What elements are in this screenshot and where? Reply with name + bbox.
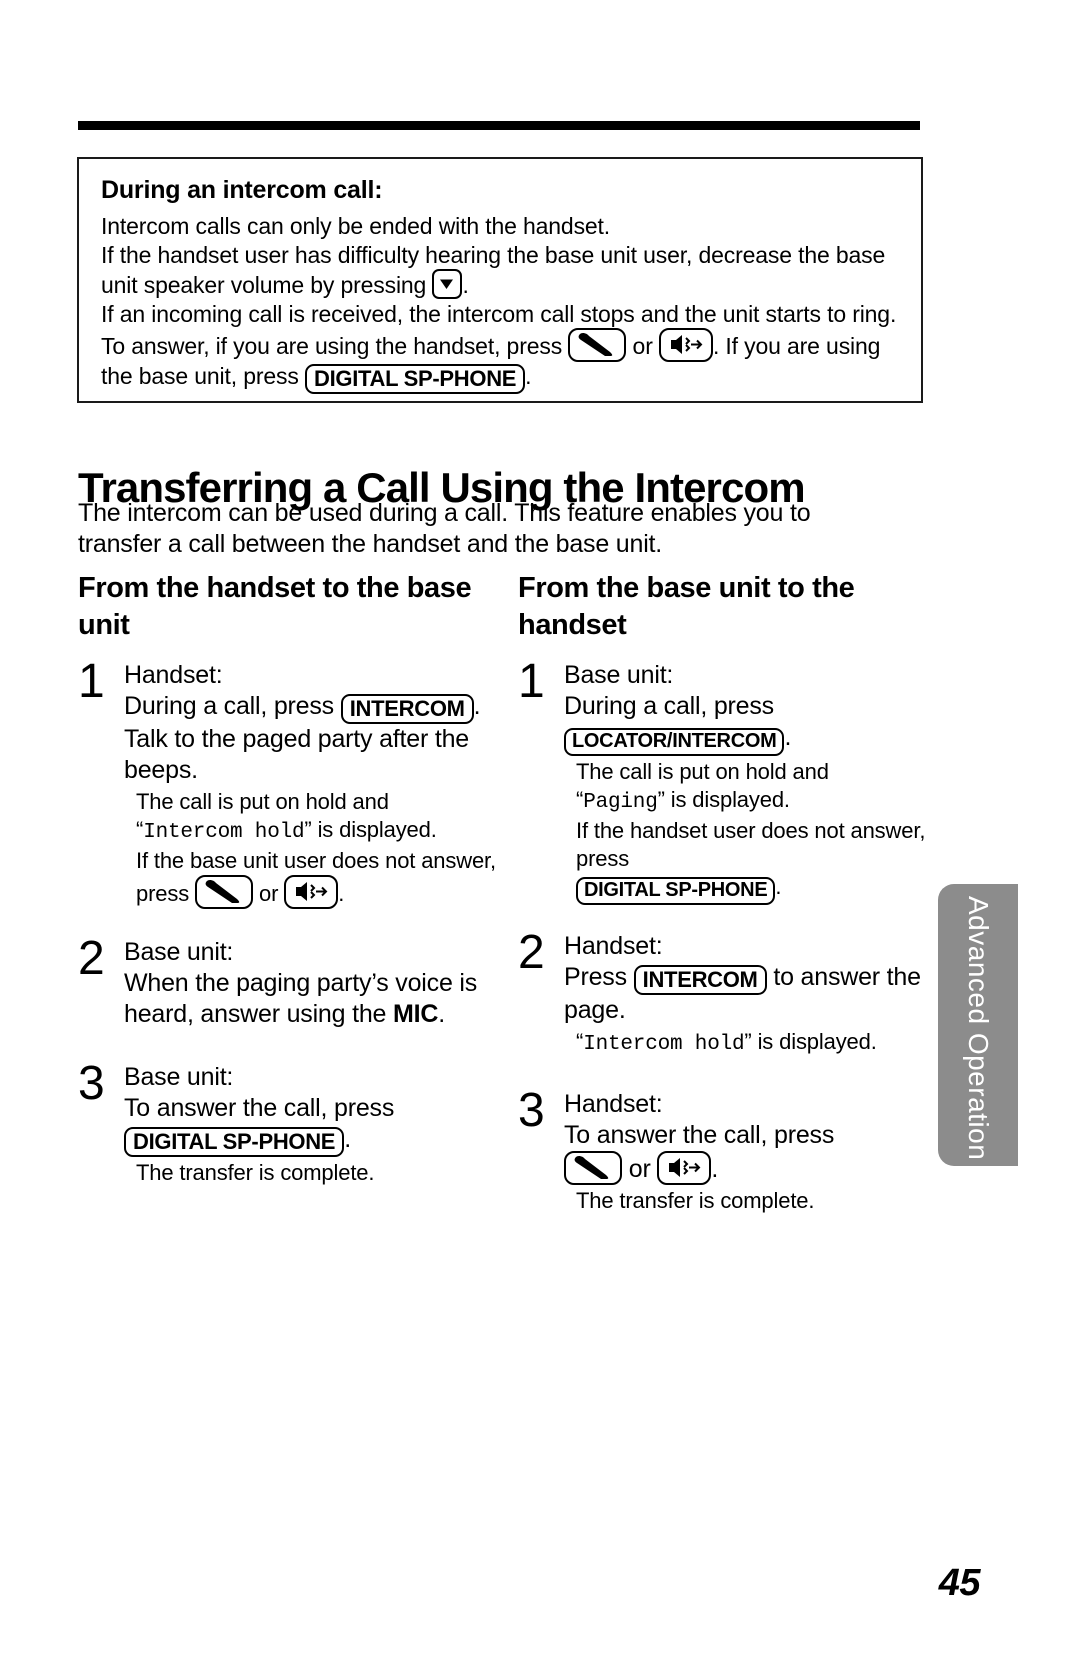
- right-column: From the base unit to the handset 1 Base…: [518, 570, 938, 1233]
- step-instruction: During a call, press: [564, 692, 774, 720]
- left-column-heading: From the handset to the base unit: [78, 572, 472, 641]
- step-body: Handset: During a call, press INTERCOM. …: [124, 658, 510, 909]
- left-column: From the handset to the base unit 1 Hand…: [78, 570, 510, 1205]
- step-number: 3: [78, 1057, 105, 1110]
- note-line-3: If an incoming call is received, the int…: [101, 300, 901, 394]
- display-text: Intercom hold: [583, 1033, 745, 1056]
- step-number: 3: [518, 1084, 545, 1137]
- display-text: Paging: [583, 791, 658, 814]
- talk-handset-key-icon: [195, 875, 254, 909]
- step-number: 1: [78, 655, 105, 708]
- manual-page: During an intercom call: Intercom calls …: [0, 0, 1080, 1669]
- volume-down-key-icon: [432, 269, 463, 299]
- right-step-1: 1 Base unit: During a call, press LOCATO…: [518, 658, 938, 905]
- speakerphone-key-icon: [284, 875, 339, 909]
- note-box-body: Intercom calls can only be ended with th…: [101, 212, 901, 394]
- section-side-tab: Advanced Operation: [938, 884, 1018, 1166]
- step-body: Handset: To answer the call, press or . …: [564, 1087, 938, 1215]
- mic-label: MIC: [392, 1000, 439, 1028]
- note-line-2: If the handset user has difficulty heari…: [101, 241, 886, 299]
- intercom-key[interactable]: INTERCOM: [340, 694, 474, 724]
- talk-handset-key-icon: [564, 1151, 622, 1185]
- step-number: 1: [518, 655, 545, 708]
- step-note: The call is put on hold and “Paging” is …: [564, 758, 938, 905]
- step-instruction: Press INTERCOM to answer the page.: [564, 963, 921, 1024]
- right-step-2: 2 Handset: Press INTERCOM to answer the …: [518, 929, 938, 1059]
- speakerphone-key-icon: [657, 1151, 712, 1185]
- right-column-heading: From the base unit to the handset: [518, 572, 855, 641]
- header-rule: [78, 121, 920, 130]
- step-body: Handset: Press INTERCOM to answer the pa…: [564, 929, 938, 1059]
- step-instruction: During a call, press INTERCOM. Talk to t…: [124, 692, 481, 784]
- step-number: 2: [518, 926, 545, 979]
- left-step-3: 3 Base unit: To answer the call, press D…: [78, 1060, 510, 1187]
- page-number: 45: [938, 1562, 981, 1604]
- note-box-title: During an intercom call:: [101, 176, 383, 204]
- locator-intercom-key[interactable]: LOCATOR/INTERCOM: [564, 728, 785, 756]
- talk-handset-key-icon: [568, 328, 627, 362]
- right-step-3: 3 Handset: To answer the call, press or: [518, 1087, 938, 1215]
- step-note: The transfer is complete.: [576, 1188, 815, 1213]
- left-step-1: 1 Handset: During a call, press INTERCOM…: [78, 658, 510, 909]
- digital-sp-phone-key[interactable]: DIGITAL SP-PHONE: [304, 364, 526, 394]
- step-instruction: To answer the call, press: [124, 1094, 395, 1122]
- step-body: Base unit: To answer the call, press DIG…: [124, 1060, 510, 1187]
- step-note: “Intercom hold” is displayed.: [576, 1029, 877, 1056]
- step-body: Base unit: During a call, press LOCATOR/…: [564, 658, 938, 905]
- speakerphone-key-icon: [658, 328, 713, 362]
- note-line-1: Intercom calls can only be ended with th…: [101, 213, 611, 239]
- digital-sp-phone-key[interactable]: DIGITAL SP-PHONE: [576, 877, 776, 905]
- step-note: The transfer is complete.: [136, 1160, 375, 1185]
- step-body: Base unit: When the paging party’s voice…: [124, 935, 510, 1030]
- step-role: Base unit:: [124, 938, 234, 966]
- step-instruction: To answer the call, press: [564, 1121, 835, 1149]
- step-role: Handset:: [564, 1090, 663, 1118]
- section-side-tab-label: Advanced Operation: [963, 896, 994, 1161]
- step-number: 2: [78, 932, 105, 985]
- intercom-key[interactable]: INTERCOM: [633, 965, 767, 995]
- note-box: During an intercom call: Intercom calls …: [77, 157, 923, 403]
- step-instruction: When the paging party’s voice is heard, …: [124, 969, 478, 1028]
- intro-paragraph: The intercom can be used during a call. …: [78, 499, 811, 558]
- step-role: Base unit:: [564, 661, 674, 689]
- step-role: Handset:: [564, 932, 663, 960]
- display-text: Intercom hold: [143, 821, 305, 844]
- step-note: The call is put on hold and “Intercom ho…: [124, 788, 510, 909]
- digital-sp-phone-key[interactable]: DIGITAL SP-PHONE: [124, 1127, 345, 1157]
- step-role: Handset:: [124, 661, 223, 689]
- step-role: Base unit:: [124, 1063, 234, 1091]
- left-step-2: 2 Base unit: When the paging party’s voi…: [78, 935, 510, 1030]
